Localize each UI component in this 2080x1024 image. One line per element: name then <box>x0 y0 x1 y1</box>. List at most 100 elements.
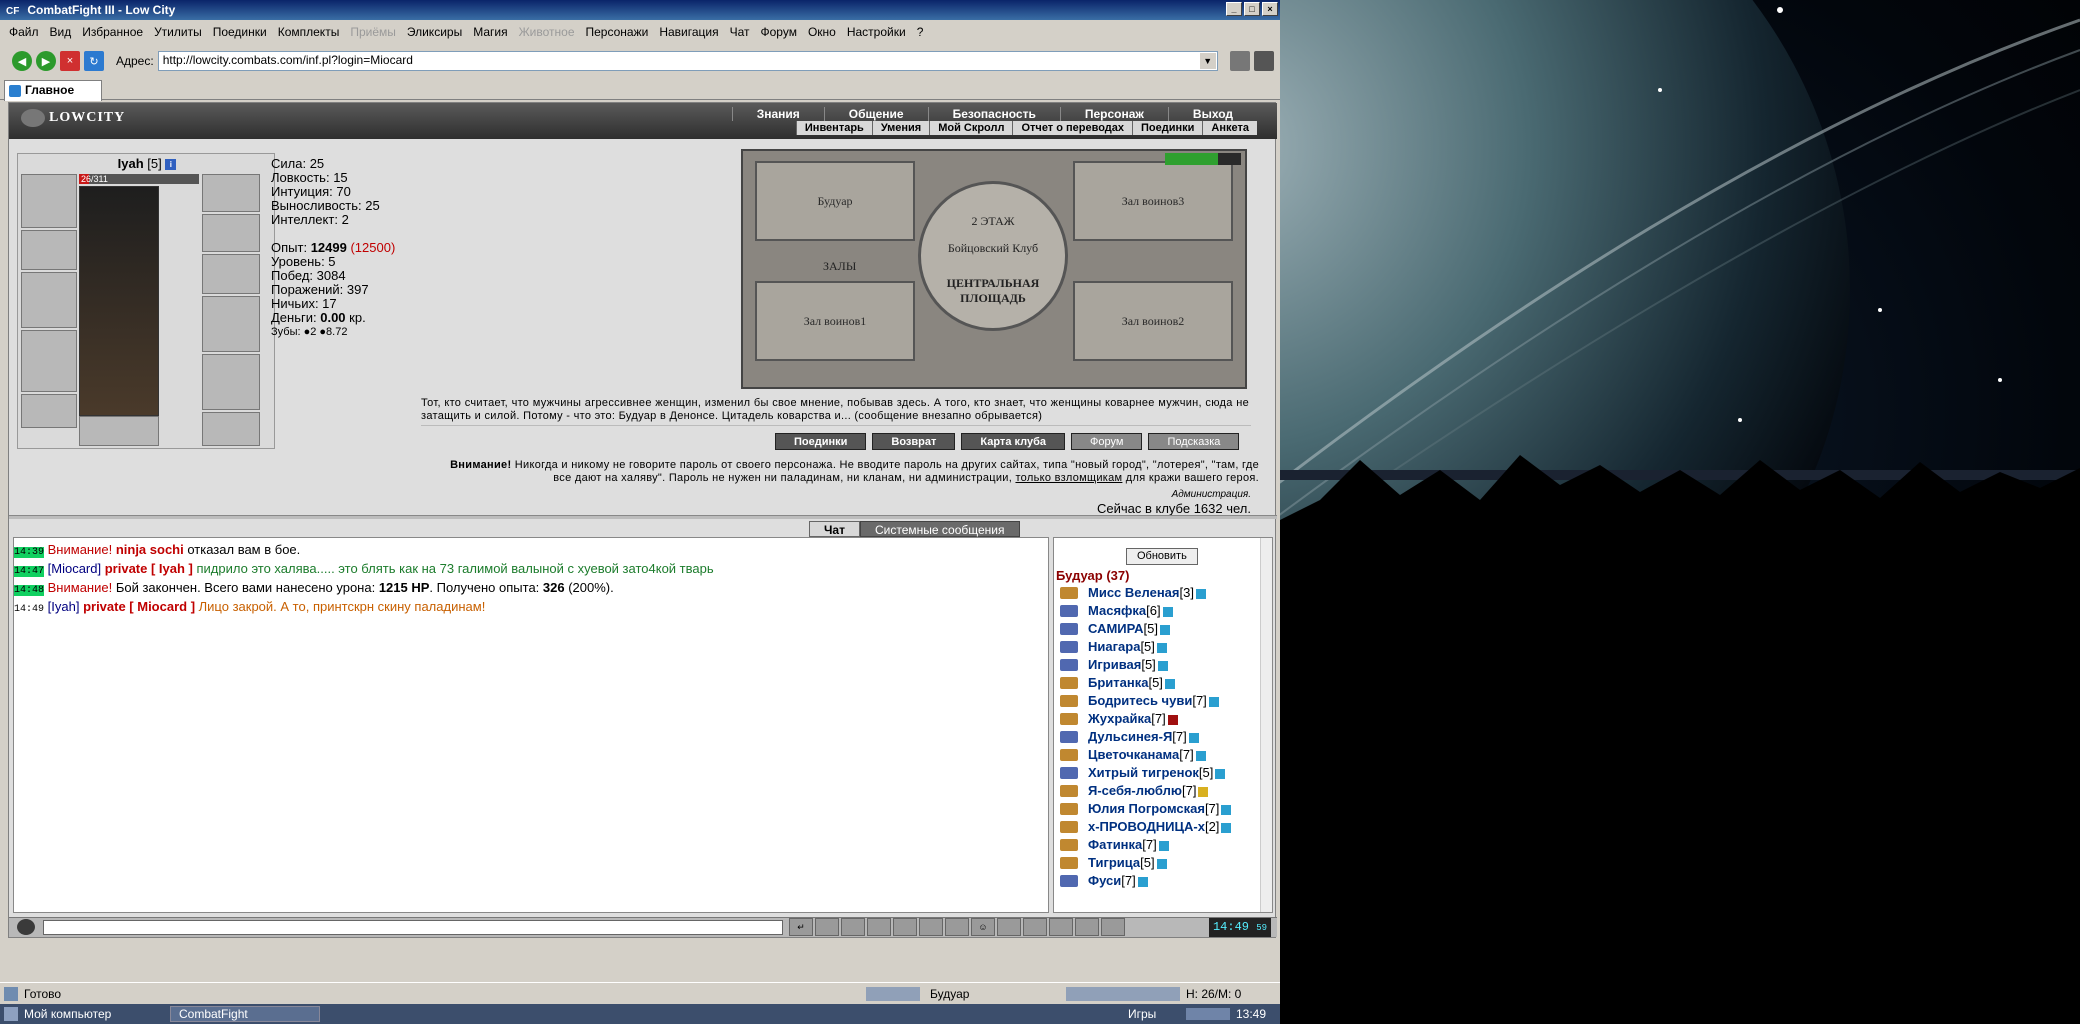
info-icon[interactable] <box>1221 804 1232 815</box>
user-row[interactable]: Юлия Погромская[7] <box>1058 800 1258 818</box>
title-bar[interactable]: CF CombatFight III - Low City _ □ × <box>0 0 1280 20</box>
info-icon[interactable] <box>1208 696 1219 707</box>
computer-icon[interactable] <box>4 1007 18 1021</box>
chat-settings-icon[interactable] <box>17 919 35 935</box>
user-row[interactable]: Цветочканама[7] <box>1058 746 1258 764</box>
private-message-icon[interactable] <box>1060 713 1078 725</box>
menu-forum[interactable]: Форум <box>758 25 805 39</box>
info-icon[interactable] <box>1157 660 1168 671</box>
potion-icon[interactable] <box>1049 918 1073 936</box>
user-row[interactable]: Хитрый тигренок[5] <box>1058 764 1258 782</box>
user-list-scrollbar[interactable] <box>1260 538 1272 912</box>
send-icon[interactable]: ↵ <box>789 918 813 936</box>
save-icon[interactable] <box>867 918 891 936</box>
info-icon[interactable]: i <box>165 159 177 171</box>
duels-button[interactable]: Поединки <box>775 433 867 450</box>
private-message-icon[interactable] <box>1060 623 1078 635</box>
menu-view[interactable]: Вид <box>47 25 80 39</box>
info-icon[interactable] <box>1156 858 1167 869</box>
user-row[interactable]: Жухрайка[7] <box>1058 710 1258 728</box>
nav-profile[interactable]: Анкета <box>1202 121 1257 135</box>
chat-splitter[interactable] <box>9 515 1277 519</box>
info-icon[interactable] <box>1137 876 1148 887</box>
forward-icon[interactable]: ▶ <box>36 51 56 71</box>
hackers-link[interactable]: только взломщикам <box>1015 472 1122 484</box>
menu-duels[interactable]: Поединки <box>210 25 275 39</box>
nav-exit[interactable]: Выход <box>1167 107 1257 121</box>
map-center[interactable]: 2 ЭТАЖ Бойцовский Клуб ЦЕНТРАЛЬНАЯ ПЛОЩА… <box>918 181 1068 331</box>
info-icon[interactable] <box>1188 732 1199 743</box>
menu-settings[interactable]: Настройки <box>844 25 914 39</box>
menu-magic[interactable]: Магия <box>470 25 515 39</box>
legs-slot[interactable] <box>202 354 260 410</box>
hint-button[interactable]: Подсказка <box>1148 433 1240 450</box>
menu-sets[interactable]: Комплекты <box>275 25 348 39</box>
private-message-icon[interactable] <box>1060 785 1078 797</box>
private-message-icon[interactable] <box>1060 821 1078 833</box>
info-icon[interactable] <box>1215 768 1226 779</box>
taskbar-task-combatfight[interactable]: CombatFight <box>170 1006 320 1022</box>
return-button[interactable]: Возврат <box>872 433 956 450</box>
private-message-icon[interactable] <box>1060 749 1078 761</box>
forum-button[interactable]: Форум <box>1071 433 1143 450</box>
info-icon[interactable] <box>1195 750 1206 761</box>
bag-icon[interactable] <box>1075 918 1099 936</box>
info-icon[interactable] <box>1198 786 1209 797</box>
nav-inventory[interactable]: Инвентарь <box>795 121 872 135</box>
nav-my-scroll[interactable]: Мой Скролл <box>929 121 1012 135</box>
shield-slot[interactable] <box>202 296 260 352</box>
room-hall-2[interactable]: Зал воинов2 <box>1073 281 1233 361</box>
pockets-slot[interactable] <box>79 416 159 446</box>
stop-icon[interactable]: × <box>60 51 80 71</box>
nick-link[interactable]: ninja sochi <box>116 542 184 557</box>
private-message-icon[interactable] <box>1060 803 1078 815</box>
my-computer-button[interactable]: Мой компьютер <box>24 1004 111 1024</box>
nav-security[interactable]: Безопасность <box>927 107 1060 121</box>
club-map-button[interactable]: Карта клуба <box>961 433 1066 450</box>
nav-skills[interactable]: Умения <box>871 121 929 135</box>
tools-icon[interactable] <box>1253 51 1274 71</box>
room-boudoir[interactable]: Будуар <box>755 161 915 241</box>
sound-icon[interactable] <box>945 918 969 936</box>
maximize-button[interactable]: □ <box>1244 2 1260 16</box>
games-button[interactable]: Игры <box>1128 1004 1156 1024</box>
nav-communication[interactable]: Общение <box>823 107 928 121</box>
tab-chat[interactable]: Чат <box>809 521 860 537</box>
nav-knowledge[interactable]: Знания <box>731 107 824 121</box>
fight-icon[interactable] <box>1023 918 1047 936</box>
tab-main[interactable]: Главное <box>4 80 102 101</box>
menu-help[interactable]: ? <box>914 25 932 39</box>
user-row[interactable]: Фуси[7] <box>1058 872 1258 890</box>
nick-link[interactable]: [Iyah] <box>48 599 80 614</box>
bracers-slot[interactable] <box>21 230 77 270</box>
chevron-down-icon[interactable]: ▼ <box>1199 53 1216 69</box>
camera-icon[interactable] <box>997 918 1021 936</box>
private-message-icon[interactable] <box>1060 659 1078 671</box>
user-row[interactable]: Мисс Веленая[3] <box>1058 584 1258 602</box>
nick-link[interactable]: [Miocard] <box>48 561 101 576</box>
info-icon[interactable] <box>1164 678 1175 689</box>
menu-window[interactable]: Окно <box>805 25 844 39</box>
belt-slot[interactable] <box>21 394 77 428</box>
user-row[interactable]: Игривая[5] <box>1058 656 1258 674</box>
private-message-icon[interactable] <box>1060 605 1078 617</box>
earrings-slot[interactable] <box>202 174 260 212</box>
menu-utilities[interactable]: Утилиты <box>151 25 210 39</box>
user-row[interactable]: х-ПРОВОДНИЦА-х[2] <box>1058 818 1258 836</box>
menu-file[interactable]: Файл <box>6 25 47 39</box>
user-row[interactable]: Тигрица[5] <box>1058 854 1258 872</box>
smile-icon[interactable]: ☺ <box>971 918 995 936</box>
filter-icon[interactable] <box>841 918 865 936</box>
user-row[interactable]: Масяфка[6] <box>1058 602 1258 620</box>
slash-icon[interactable] <box>919 918 943 936</box>
private-message-icon[interactable] <box>1060 677 1078 689</box>
private-message-icon[interactable] <box>1060 875 1078 887</box>
menu-favorites[interactable]: Избранное <box>79 25 151 39</box>
user-row[interactable]: Британка[5] <box>1058 674 1258 692</box>
info-icon[interactable] <box>1156 642 1167 653</box>
user-row[interactable]: Ниагара[5] <box>1058 638 1258 656</box>
back-icon[interactable]: ◀ <box>12 51 32 71</box>
page-icon[interactable] <box>1229 51 1250 71</box>
user-row[interactable]: САМИРА[5] <box>1058 620 1258 638</box>
nav-transfer-report[interactable]: Отчет о переводах <box>1012 121 1132 135</box>
